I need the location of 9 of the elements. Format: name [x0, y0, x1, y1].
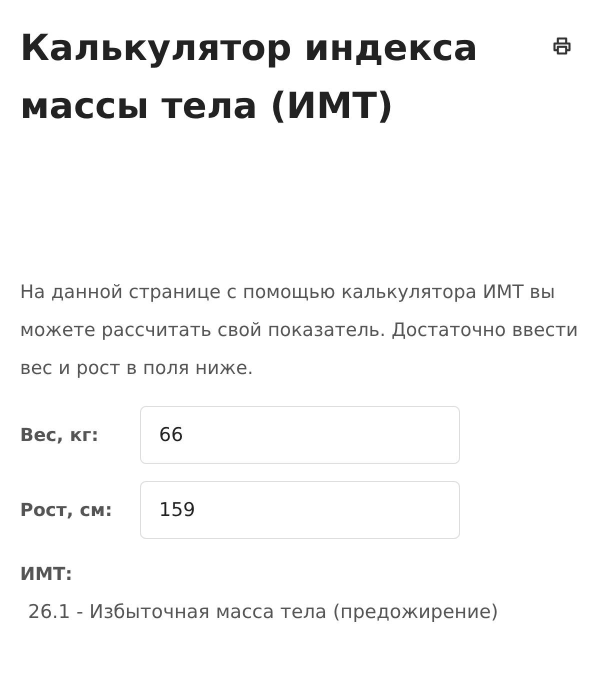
result-label: ИМТ: [20, 563, 74, 587]
print-icon[interactable] [552, 36, 572, 56]
intro-paragraph: На данной странице с помощью калькулятора ИМТ вы можете рассчитать свой показатель. Достаточно ввести вес и рост в поля ниже. [20, 281, 579, 381]
result-value: 26.1 - Избыточная масса тела (предожирение) [28, 600, 500, 625]
field-label: Рост, см: [20, 498, 114, 522]
field-label: Вес, кг: [20, 424, 100, 448]
input-field[interactable]: 66 [140, 406, 460, 464]
page-title: Калькулятор индекса массы тела (ИМТ) [20, 27, 479, 129]
input-field[interactable]: 159 [140, 481, 460, 539]
